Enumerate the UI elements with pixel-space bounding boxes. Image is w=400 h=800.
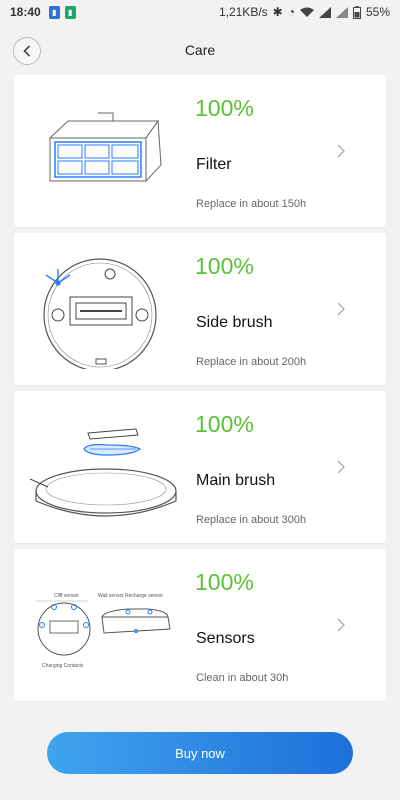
care-item-side-brush[interactable]: 100% Side brush Replace in about 200h: [14, 233, 386, 385]
net-speed: 1,21KB/s: [218, 5, 268, 19]
chevron-right-icon: [337, 618, 345, 632]
back-button[interactable]: [13, 37, 41, 65]
item-name: Side brush: [196, 314, 273, 331]
notification-icon: ▮: [64, 5, 76, 19]
percent-remaining: 100%: [195, 569, 254, 595]
item-name: Sensors: [196, 630, 255, 647]
chevron-right-icon: [337, 302, 345, 316]
buy-now-button[interactable]: Buy now: [47, 732, 353, 774]
status-bar: 18:40 ▮ ▮ 1,21KB/s ✱ ◔ 55%: [0, 0, 400, 24]
recharge-sensor-label: Recharge sensor: [125, 593, 163, 599]
item-name: Main brush: [196, 472, 276, 489]
chevron-left-icon: [23, 45, 31, 57]
chevron-right-icon: [337, 460, 345, 474]
replace-note: Replace in about 200h: [196, 356, 307, 368]
signal-icon: [335, 6, 348, 18]
care-item-sensors[interactable]: Cliff sensor Wall sensor Recharge sensor…: [14, 549, 386, 701]
percent-remaining: 100%: [195, 95, 254, 121]
care-list: 100% Filter Replace in about 150h 100% S…: [14, 75, 386, 707]
alarm-icon: ◔: [287, 5, 295, 19]
care-item-filter[interactable]: 100% Filter Replace in about 150h: [14, 75, 386, 227]
charging-contacts-label: Charging Contacts: [42, 663, 84, 669]
header: Care: [0, 24, 400, 76]
signal-icon: [318, 6, 331, 18]
battery-icon: [352, 5, 361, 19]
battery-percent: 55%: [365, 5, 390, 19]
clean-note: Clean in about 30h: [196, 672, 289, 684]
wifi-icon: [299, 7, 314, 17]
replace-note: Replace in about 300h: [196, 514, 307, 526]
notification-icon: ▮: [48, 5, 60, 19]
side-brush-illustration: [43, 258, 157, 369]
replace-note: Replace in about 150h: [196, 198, 307, 210]
sensors-illustration: Cliff sensor Wall sensor Recharge sensor…: [36, 593, 171, 669]
care-item-main-brush[interactable]: 100% Main brush Replace in about 300h: [14, 391, 386, 543]
percent-remaining: 100%: [195, 253, 254, 279]
main-brush-illustration: [29, 428, 177, 517]
bluetooth-icon: ✱: [272, 5, 283, 19]
chevron-right-icon: [337, 144, 345, 158]
filter-illustration: [48, 112, 162, 183]
item-name: Filter: [196, 156, 232, 173]
percent-remaining: 100%: [195, 411, 254, 437]
wall-sensor-label: Wall sensor: [98, 593, 124, 599]
page-title: Care: [184, 42, 216, 58]
status-time: 18:40: [10, 5, 41, 19]
cliff-sensor-label: Cliff sensor: [54, 593, 79, 599]
